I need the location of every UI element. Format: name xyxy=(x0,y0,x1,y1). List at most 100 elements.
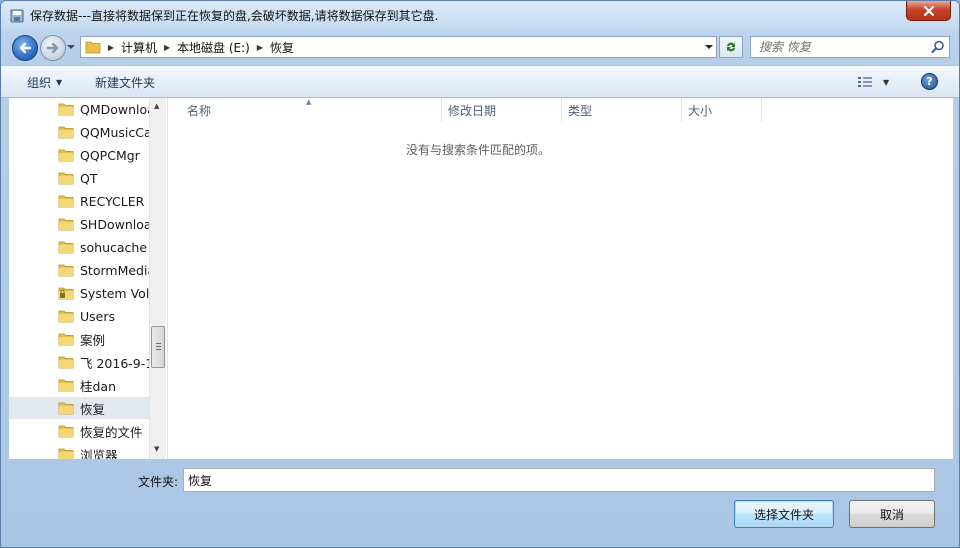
help-icon: ? xyxy=(926,75,933,88)
tree-item[interactable]: StormMedia xyxy=(9,259,149,281)
file-list-pane[interactable]: 名称 ▲ 修改日期 类型 大小 没有与搜索条件匹配的项。 xyxy=(167,98,953,459)
title-bar[interactable]: 保存数据---直接将数据保到正在恢复的盘,会破坏数据,请将数据保存到其它盘. xyxy=(1,1,959,29)
grip-line xyxy=(156,343,161,344)
tree-item-label: 浏览器 xyxy=(80,447,118,460)
tree-item[interactable]: Users xyxy=(9,305,149,327)
select-folder-button[interactable]: 选择文件夹 xyxy=(734,500,834,528)
breadcrumb-chevron-icon[interactable]: ▶ xyxy=(254,43,266,52)
tree-item-label: QT xyxy=(80,170,98,186)
scroll-up-icon[interactable]: ▲ xyxy=(154,102,159,110)
breadcrumb-chevron-icon[interactable]: ▶ xyxy=(161,43,173,52)
tree-item[interactable]: sohucache xyxy=(9,236,149,258)
content-area: QMDownload QQMusicCache QQPCMgr QT RECYCLER S… xyxy=(9,98,953,459)
tree-item-label: RECYCLER xyxy=(80,193,145,209)
folder-icon xyxy=(58,333,74,346)
column-header-size[interactable]: 大小 xyxy=(682,98,762,122)
folder-icon xyxy=(58,402,74,415)
folder-icon xyxy=(58,195,74,208)
organize-label: 组织 xyxy=(27,76,52,90)
tree-item[interactable]: SHDownload xyxy=(9,213,149,235)
organize-button[interactable]: 组织 ▼ xyxy=(27,74,62,91)
scroll-thumb[interactable] xyxy=(151,326,165,368)
folder-icon xyxy=(58,103,74,116)
tree-item[interactable]: 案例 xyxy=(9,328,149,350)
tree-item[interactable]: RECYCLER xyxy=(9,190,149,212)
history-dropdown-icon[interactable] xyxy=(67,43,75,51)
cancel-label: 取消 xyxy=(879,507,904,522)
tree-item-label: 飞 2016-9-1 xyxy=(80,355,149,371)
folder-icon xyxy=(58,126,74,139)
breadcrumb-label: 本地磁盘 (E:) xyxy=(177,40,250,55)
sort-ascending-icon: ▲ xyxy=(306,98,312,106)
cancel-button[interactable]: 取消 xyxy=(849,500,935,528)
chevron-down-icon[interactable] xyxy=(704,42,714,52)
chevron-down-icon[interactable]: ▼ xyxy=(883,78,889,87)
folder-icon xyxy=(58,356,74,369)
tree-item-label: System Volume xyxy=(80,285,149,301)
tree-item-label: QQMusicCache xyxy=(80,124,149,140)
column-label: 修改日期 xyxy=(448,103,497,118)
save-dialog-window: 保存数据---直接将数据保到正在恢复的盘,会破坏数据,请将数据保存到其它盘. ▶… xyxy=(0,0,960,548)
tree-item[interactable]: 恢复的文件 xyxy=(9,420,149,442)
breadcrumb-label: 恢复 xyxy=(269,40,294,55)
tree-item-label: StormMedia xyxy=(80,262,149,278)
refresh-button[interactable] xyxy=(719,36,743,58)
tree-item[interactable]: QQMusicCache xyxy=(9,121,149,143)
tree-item-label: SHDownload xyxy=(80,216,149,232)
column-label: 大小 xyxy=(688,103,713,118)
breadcrumb-label: 计算机 xyxy=(121,40,158,55)
tree-item[interactable]: QMDownload xyxy=(9,98,149,120)
search-input[interactable] xyxy=(751,37,927,57)
grip-line xyxy=(156,346,161,347)
refresh-icon xyxy=(727,42,735,52)
tree-item-label: QQPCMgr xyxy=(80,147,140,163)
folder-name-input[interactable] xyxy=(183,468,935,492)
tree-item[interactable]: QQPCMgr xyxy=(9,144,149,166)
tree-item[interactable]: 桂dan xyxy=(9,374,149,396)
search-box[interactable] xyxy=(750,36,950,58)
folder-icon xyxy=(85,41,101,54)
column-label: 名称 xyxy=(187,103,212,118)
close-button[interactable] xyxy=(906,1,951,21)
breadcrumb-computer[interactable]: ▶ 计算机 xyxy=(101,37,157,57)
select-folder-label: 选择文件夹 xyxy=(753,507,814,522)
forward-button[interactable] xyxy=(40,35,66,61)
window-title: 保存数据---直接将数据保到正在恢复的盘,会破坏数据,请将数据保存到其它盘. xyxy=(30,9,439,23)
change-view-button[interactable]: ▼ xyxy=(857,73,897,91)
tree-item[interactable]: 恢复 xyxy=(9,397,149,419)
back-button[interactable] xyxy=(12,35,38,61)
folder-icon xyxy=(58,218,74,231)
help-button[interactable]: ? xyxy=(921,73,938,90)
column-label: 类型 xyxy=(568,103,593,118)
tree-item[interactable]: 浏览器 xyxy=(9,443,149,459)
scroll-down-icon[interactable]: ▼ xyxy=(154,445,159,453)
new-folder-label: 新建文件夹 xyxy=(95,76,156,90)
column-header-name[interactable]: 名称 ▲ xyxy=(168,98,442,122)
arrow-left-icon xyxy=(19,42,32,54)
folder-icon xyxy=(58,310,74,323)
breadcrumb-chevron-icon[interactable]: ▶ xyxy=(105,43,117,52)
arrow-right-icon xyxy=(46,42,59,54)
new-folder-button[interactable]: 新建文件夹 xyxy=(95,74,155,91)
nav-scrollbar[interactable]: ▲ ▼ xyxy=(149,98,166,459)
navigation-pane: QMDownload QQMusicCache QQPCMgr QT RECYCLER S… xyxy=(9,98,167,459)
column-header-type[interactable]: 类型 xyxy=(562,98,682,122)
folder-icon xyxy=(58,241,74,254)
search-icon[interactable] xyxy=(931,40,945,54)
breadcrumb-recover[interactable]: ▶ 恢复 xyxy=(250,37,294,57)
breadcrumb-drive-e[interactable]: ▶ 本地磁盘 (E:) xyxy=(157,37,250,57)
folder-icon xyxy=(58,425,74,438)
view-details-icon xyxy=(858,77,872,87)
tree-item[interactable]: System Volume xyxy=(9,282,149,304)
tree-item-label: Users xyxy=(80,308,116,324)
folder-icon xyxy=(58,264,74,277)
command-bar: 组织 ▼ 新建文件夹 ▼ ? xyxy=(1,65,959,98)
tree-item-label: 恢复 xyxy=(80,401,106,417)
folder-icon xyxy=(58,448,74,459)
tree-item[interactable]: 飞 2016-9-1 xyxy=(9,351,149,373)
column-header-date[interactable]: 修改日期 xyxy=(442,98,562,122)
locked-folder-icon xyxy=(58,287,74,300)
address-bar[interactable]: ▶ 计算机 ▶ 本地磁盘 (E:) ▶ 恢复 xyxy=(80,36,717,58)
folder-icon xyxy=(58,172,74,185)
tree-item[interactable]: QT xyxy=(9,167,149,189)
